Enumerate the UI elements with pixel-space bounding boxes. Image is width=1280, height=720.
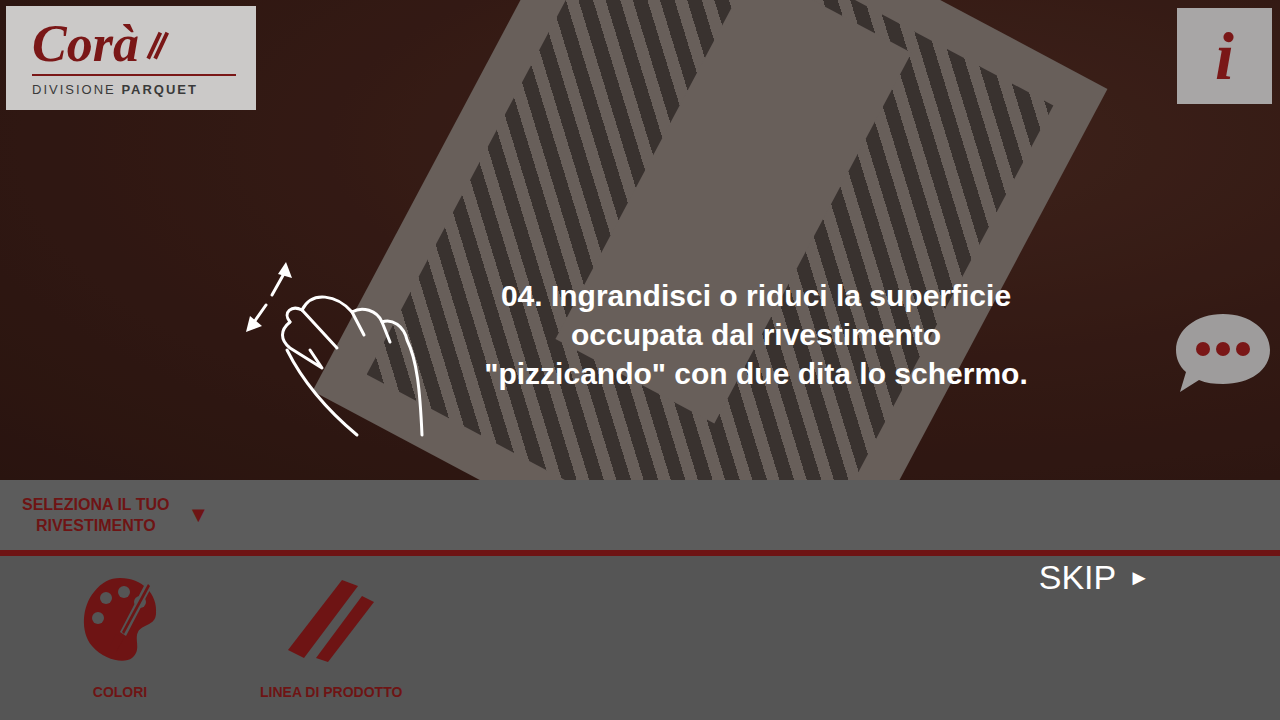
tutorial-line: "pizzicando" con due dita lo schermo. xyxy=(446,354,1066,393)
tool-label: COLORI xyxy=(93,684,147,700)
palette-icon xyxy=(80,574,160,664)
pinch-gesture-icon xyxy=(242,250,432,440)
brand-row: Corà xyxy=(32,18,236,70)
tutorial-line: 04. Ingrandisci o riduci la superficie xyxy=(446,276,1066,315)
pencil-icon xyxy=(143,26,169,62)
chat-bubble-icon[interactable] xyxy=(1174,310,1272,396)
tutorial-area: Corà DIVISIONE PARQUET i 04. Ingrandisci o … xyxy=(0,0,1280,480)
selector-label: SELEZIONA IL TUORIVESTIMENTO xyxy=(22,494,170,536)
info-button[interactable]: i xyxy=(1177,8,1272,104)
tool-label: LINEA DI PRODOTTO xyxy=(260,684,402,700)
selector-line: SELEZIONA IL TUO xyxy=(22,494,170,515)
division-light: DIVISIONE xyxy=(32,82,116,97)
selector-line: RIVESTIMENTO xyxy=(22,515,170,536)
logo-rule xyxy=(32,74,236,76)
stripes-icon xyxy=(286,574,376,664)
skip-label: SKIP xyxy=(1039,558,1116,597)
tutorial-step: 04. Ingrandisci o riduci la superficieoc… xyxy=(6,250,1272,440)
skip-arrow: ► xyxy=(1128,565,1150,591)
tutorial-text: 04. Ingrandisci o riduci la superficieoc… xyxy=(446,276,1066,393)
division-label: DIVISIONE PARQUET xyxy=(32,82,236,97)
coating-selector[interactable]: SELEZIONA IL TUORIVESTIMENTO ▼ xyxy=(0,480,1280,550)
toolbar: COLORI LINEA DI PRODOTTO SKIP ► xyxy=(0,556,1280,720)
brand-logo[interactable]: Corà DIVISIONE PARQUET xyxy=(6,6,256,110)
tool-button[interactable]: COLORI xyxy=(80,556,160,700)
tool-button[interactable]: LINEA DI PRODOTTO xyxy=(260,556,402,700)
header: Corà DIVISIONE PARQUET i xyxy=(6,6,1272,110)
division-bold: PARQUET xyxy=(121,82,198,97)
tutorial-line: occupata dal rivestimento xyxy=(446,315,1066,354)
brand-name: Corà xyxy=(32,18,139,70)
dropdown-arrow[interactable]: ▼ xyxy=(188,502,210,528)
skip-button[interactable]: SKIP ► xyxy=(1039,558,1150,597)
